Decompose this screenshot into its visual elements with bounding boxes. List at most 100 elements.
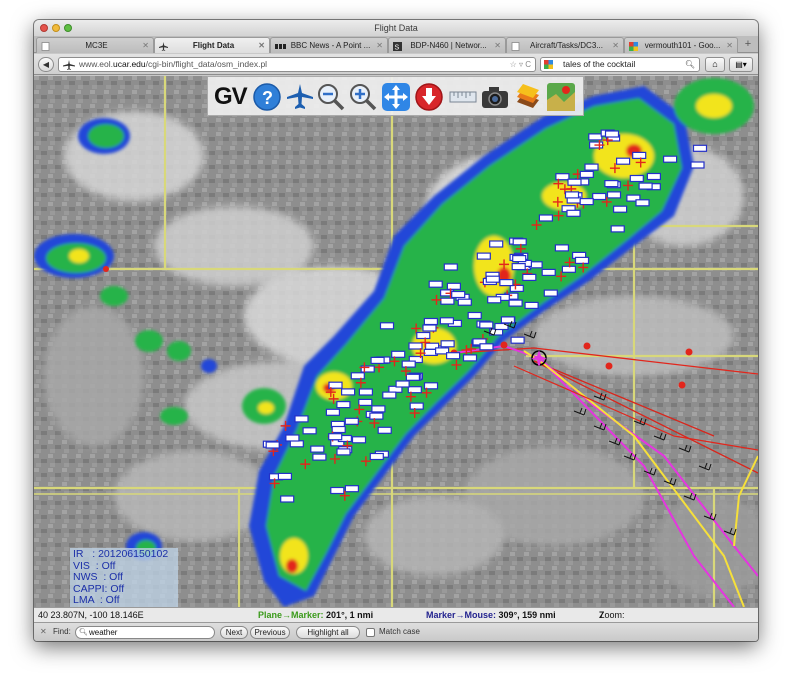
lightning-flash-symbol — [341, 388, 356, 396]
tab-aircraft-tasks[interactable]: Aircraft/Tasks/DC3... ✕ — [506, 37, 624, 53]
url-field[interactable]: www.eol.ucar.edu/cgi-bin/flight_data/osm… — [58, 57, 536, 72]
lightning-flash-symbol — [369, 452, 384, 461]
lightning-flash-symbol — [508, 299, 523, 307]
lightning-flash-symbol — [538, 214, 553, 222]
find-input-value: weather — [89, 628, 118, 637]
tab-bdp-n460[interactable]: S BDP-N460 | Networ... ✕ — [388, 37, 506, 53]
lightning-flash-symbol — [423, 317, 438, 326]
layers-button[interactable] — [513, 82, 543, 112]
help-button[interactable]: ? — [252, 82, 282, 112]
weather-map[interactable] — [34, 76, 758, 607]
scroll-down-button[interactable] — [414, 82, 444, 112]
lightning-flash-symbol — [606, 191, 622, 199]
lightning-flash-symbol — [379, 322, 395, 330]
legend-lma: LMA : Off — [73, 594, 120, 606]
tab-close-icon[interactable]: ✕ — [494, 38, 501, 53]
url-prefix: www.eol. — [79, 59, 114, 69]
plane-marker-readout: Plane→Marker: 201°, 1 nmi — [258, 608, 373, 622]
lightning-flash-symbol — [405, 373, 420, 381]
tab-mc3e[interactable]: MC3E ✕ — [36, 37, 154, 53]
lightning-flash-symbol — [638, 182, 653, 190]
lightning-flash-symbol — [479, 321, 494, 329]
find-label: Find: — [53, 627, 71, 636]
highlight-all-label: Highlight all — [307, 628, 349, 637]
match-case-label: Match case — [379, 627, 420, 636]
lightning-flash-symbol — [330, 486, 345, 495]
lightning-flash-symbol — [646, 172, 662, 181]
tab-close-icon[interactable]: ✕ — [258, 38, 265, 53]
window-minimize-button[interactable] — [52, 24, 60, 32]
bookmark-star-reload-icons[interactable]: ☆ ▿ C — [510, 58, 531, 71]
blank-page-icon — [511, 41, 520, 51]
pan-button[interactable] — [381, 82, 411, 112]
measure-button[interactable] — [448, 82, 478, 112]
site-identity-icon[interactable] — [63, 60, 75, 74]
zoom-label: Zoom: — [599, 610, 625, 620]
tab-label: Aircraft/Tasks/DC3... — [530, 41, 603, 50]
plane-marker-label: Plane→Marker: — [258, 610, 324, 620]
lightning-flash-symbol — [479, 343, 494, 351]
search-field[interactable]: tales of the cocktail 🔍︎ — [540, 57, 700, 72]
tab-vermouth101[interactable]: vermouth101 - Goo... ✕ — [624, 37, 738, 53]
close-find-bar-icon[interactable]: ✕ — [40, 627, 47, 636]
tab-label: BBC News - A Point ... — [290, 41, 371, 50]
ruler-icon — [449, 91, 477, 103]
lightning-flash-symbol — [280, 495, 295, 503]
back-button[interactable]: ◀ — [38, 57, 54, 72]
window-close-button[interactable] — [40, 24, 48, 32]
lightning-flash-symbol — [615, 157, 631, 165]
center-on-plane-button[interactable] — [285, 82, 315, 112]
highlight-all-button[interactable]: Highlight all — [296, 626, 360, 639]
find-previous-button[interactable]: Previous — [250, 626, 290, 639]
lightning-flash-symbol — [487, 296, 502, 304]
lightning-flash-symbol — [554, 244, 570, 252]
lightning-flash-symbol — [564, 191, 580, 199]
tab-close-icon[interactable]: ✕ — [142, 38, 149, 53]
lightning-flash-symbol — [416, 331, 431, 340]
lightning-flash-symbol — [285, 434, 300, 442]
lightning-flash-symbol — [566, 209, 581, 217]
lightning-flash-symbol — [584, 163, 599, 171]
find-next-button[interactable]: Next — [220, 626, 248, 639]
snapshot-button[interactable] — [480, 82, 510, 112]
lightning-flash-symbol — [692, 144, 708, 152]
tab-flight-data[interactable]: Flight Data ✕ — [154, 37, 270, 53]
tab-bbc-news[interactable]: BBC News - A Point ... ✕ — [270, 37, 388, 53]
google-search-engine-icon[interactable] — [544, 60, 553, 69]
legend-ir: IR : 201206150102 — [73, 548, 169, 560]
tab-close-icon[interactable]: ✕ — [612, 38, 619, 53]
lightning-flash-symbol — [370, 356, 385, 364]
lightning-flash-symbol — [489, 240, 504, 248]
tab-close-icon[interactable]: ✕ — [376, 38, 383, 53]
bookmarks-menu-button[interactable]: ▤▾ — [729, 57, 753, 72]
lightning-flash-symbol — [351, 436, 367, 444]
map-layer-button[interactable] — [546, 82, 576, 112]
window-zoom-button[interactable] — [64, 24, 72, 32]
map-viewport[interactable]: GV ? IR: 201206150102 VIS: Off NWS: O… — [34, 76, 758, 607]
search-icon[interactable]: 🔍︎ — [685, 58, 695, 71]
cursor-coordinates: 40 23.807N, -100 18.146E — [38, 610, 144, 620]
lightning-flash-symbol — [358, 398, 373, 406]
zoom-in-button[interactable] — [348, 82, 378, 112]
lightning-flash-symbol — [476, 252, 491, 260]
match-case-checkbox[interactable] — [366, 628, 375, 637]
zoom-out-button[interactable] — [316, 82, 346, 112]
home-button[interactable]: ⌂ — [705, 57, 725, 72]
plane-icon — [287, 84, 313, 109]
lightning-flash-symbol — [358, 388, 373, 396]
lightning-flash-symbol — [336, 401, 351, 409]
new-tab-button[interactable]: + — [740, 38, 756, 52]
lightning-flash-symbol — [310, 445, 325, 453]
window-title: Flight Data — [374, 23, 418, 33]
map-icon — [547, 83, 575, 111]
browser-window: Flight Data MC3E ✕ Flight Data ✕ BBC New… — [34, 20, 758, 641]
lightning-flash-symbol — [500, 316, 515, 324]
lightning-flash-symbol — [457, 298, 472, 306]
find-input[interactable]: 🔍︎ weather — [75, 626, 215, 639]
help-icon: ? — [253, 83, 281, 111]
lightning-flash-symbol — [446, 352, 461, 360]
lightning-flash-symbol — [428, 280, 443, 288]
lightning-flash-symbol — [485, 275, 500, 283]
tab-close-icon[interactable]: ✕ — [726, 38, 733, 53]
lightning-flash-symbol — [512, 255, 527, 263]
